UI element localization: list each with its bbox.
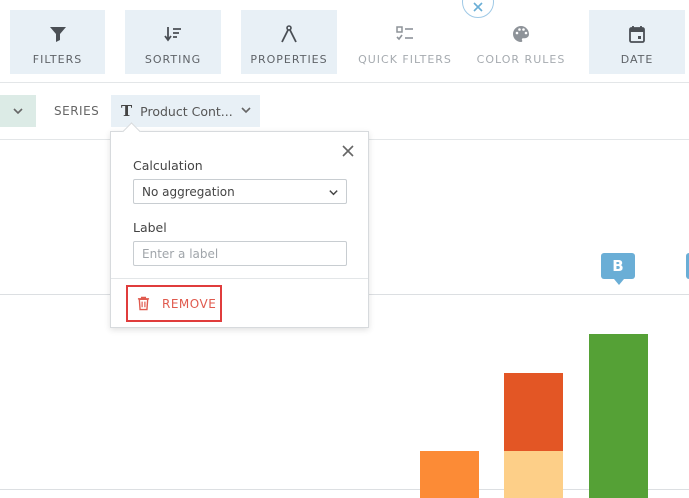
chart-baseline [0, 489, 689, 490]
filters-button[interactable]: FILTERS [10, 10, 105, 74]
date-label: DATE [620, 53, 654, 66]
series-field-pill[interactable]: T Product Cont... [111, 95, 260, 127]
palette-icon [513, 26, 529, 42]
filters-label: FILTERS [32, 53, 83, 66]
close-icon [473, 2, 483, 12]
checklist-icon [396, 26, 413, 41]
text-type-icon: T [121, 102, 133, 120]
quick-filters-button[interactable]: QUICK FILTERS [357, 10, 453, 74]
calculation-value: No aggregation [142, 184, 235, 199]
sort-icon [164, 27, 181, 42]
series-label: SERIES [54, 104, 100, 118]
date-button[interactable]: DATE [589, 10, 685, 74]
remove-label: REMOVE [162, 296, 217, 311]
chart-bar [504, 451, 563, 498]
chevron-down-icon [329, 190, 338, 196]
popover-divider [111, 278, 368, 279]
field-settings-popover: Calculation No aggregation Label REMOVE [110, 131, 369, 328]
label-input[interactable] [133, 241, 347, 266]
remove-button[interactable]: REMOVE [126, 285, 222, 322]
calculation-select[interactable]: No aggregation [133, 179, 347, 204]
series-badge[interactable]: B [601, 253, 635, 285]
previous-field-dropdown[interactable] [0, 95, 36, 127]
color-rules-label: COLOR RULES [476, 53, 566, 66]
calendar-icon [629, 26, 645, 43]
close-popover-button[interactable] [340, 143, 356, 159]
series-field-name: Product Cont... [140, 103, 233, 119]
chart-bar [504, 373, 563, 451]
color-rules-button[interactable]: COLOR RULES [473, 10, 569, 74]
filter-icon [49, 27, 66, 42]
quick-filters-label: QUICK FILTERS [358, 53, 452, 66]
chevron-down-icon [13, 108, 23, 115]
properties-label: PROPERTIES [250, 53, 328, 66]
calculation-label: Calculation [133, 158, 203, 173]
trash-icon [137, 296, 150, 311]
chart-bar [589, 334, 648, 498]
sorting-button[interactable]: SORTING [125, 10, 221, 74]
toolbar: FILTERS SORTING PROPERTIES QUICK FILTERS… [0, 0, 689, 83]
compass-icon [281, 25, 297, 43]
properties-button[interactable]: PROPERTIES [241, 10, 337, 74]
chart-bar [420, 451, 479, 498]
sorting-label: SORTING [144, 53, 202, 66]
chevron-down-icon [241, 107, 251, 114]
label-field-label: Label [133, 220, 167, 235]
